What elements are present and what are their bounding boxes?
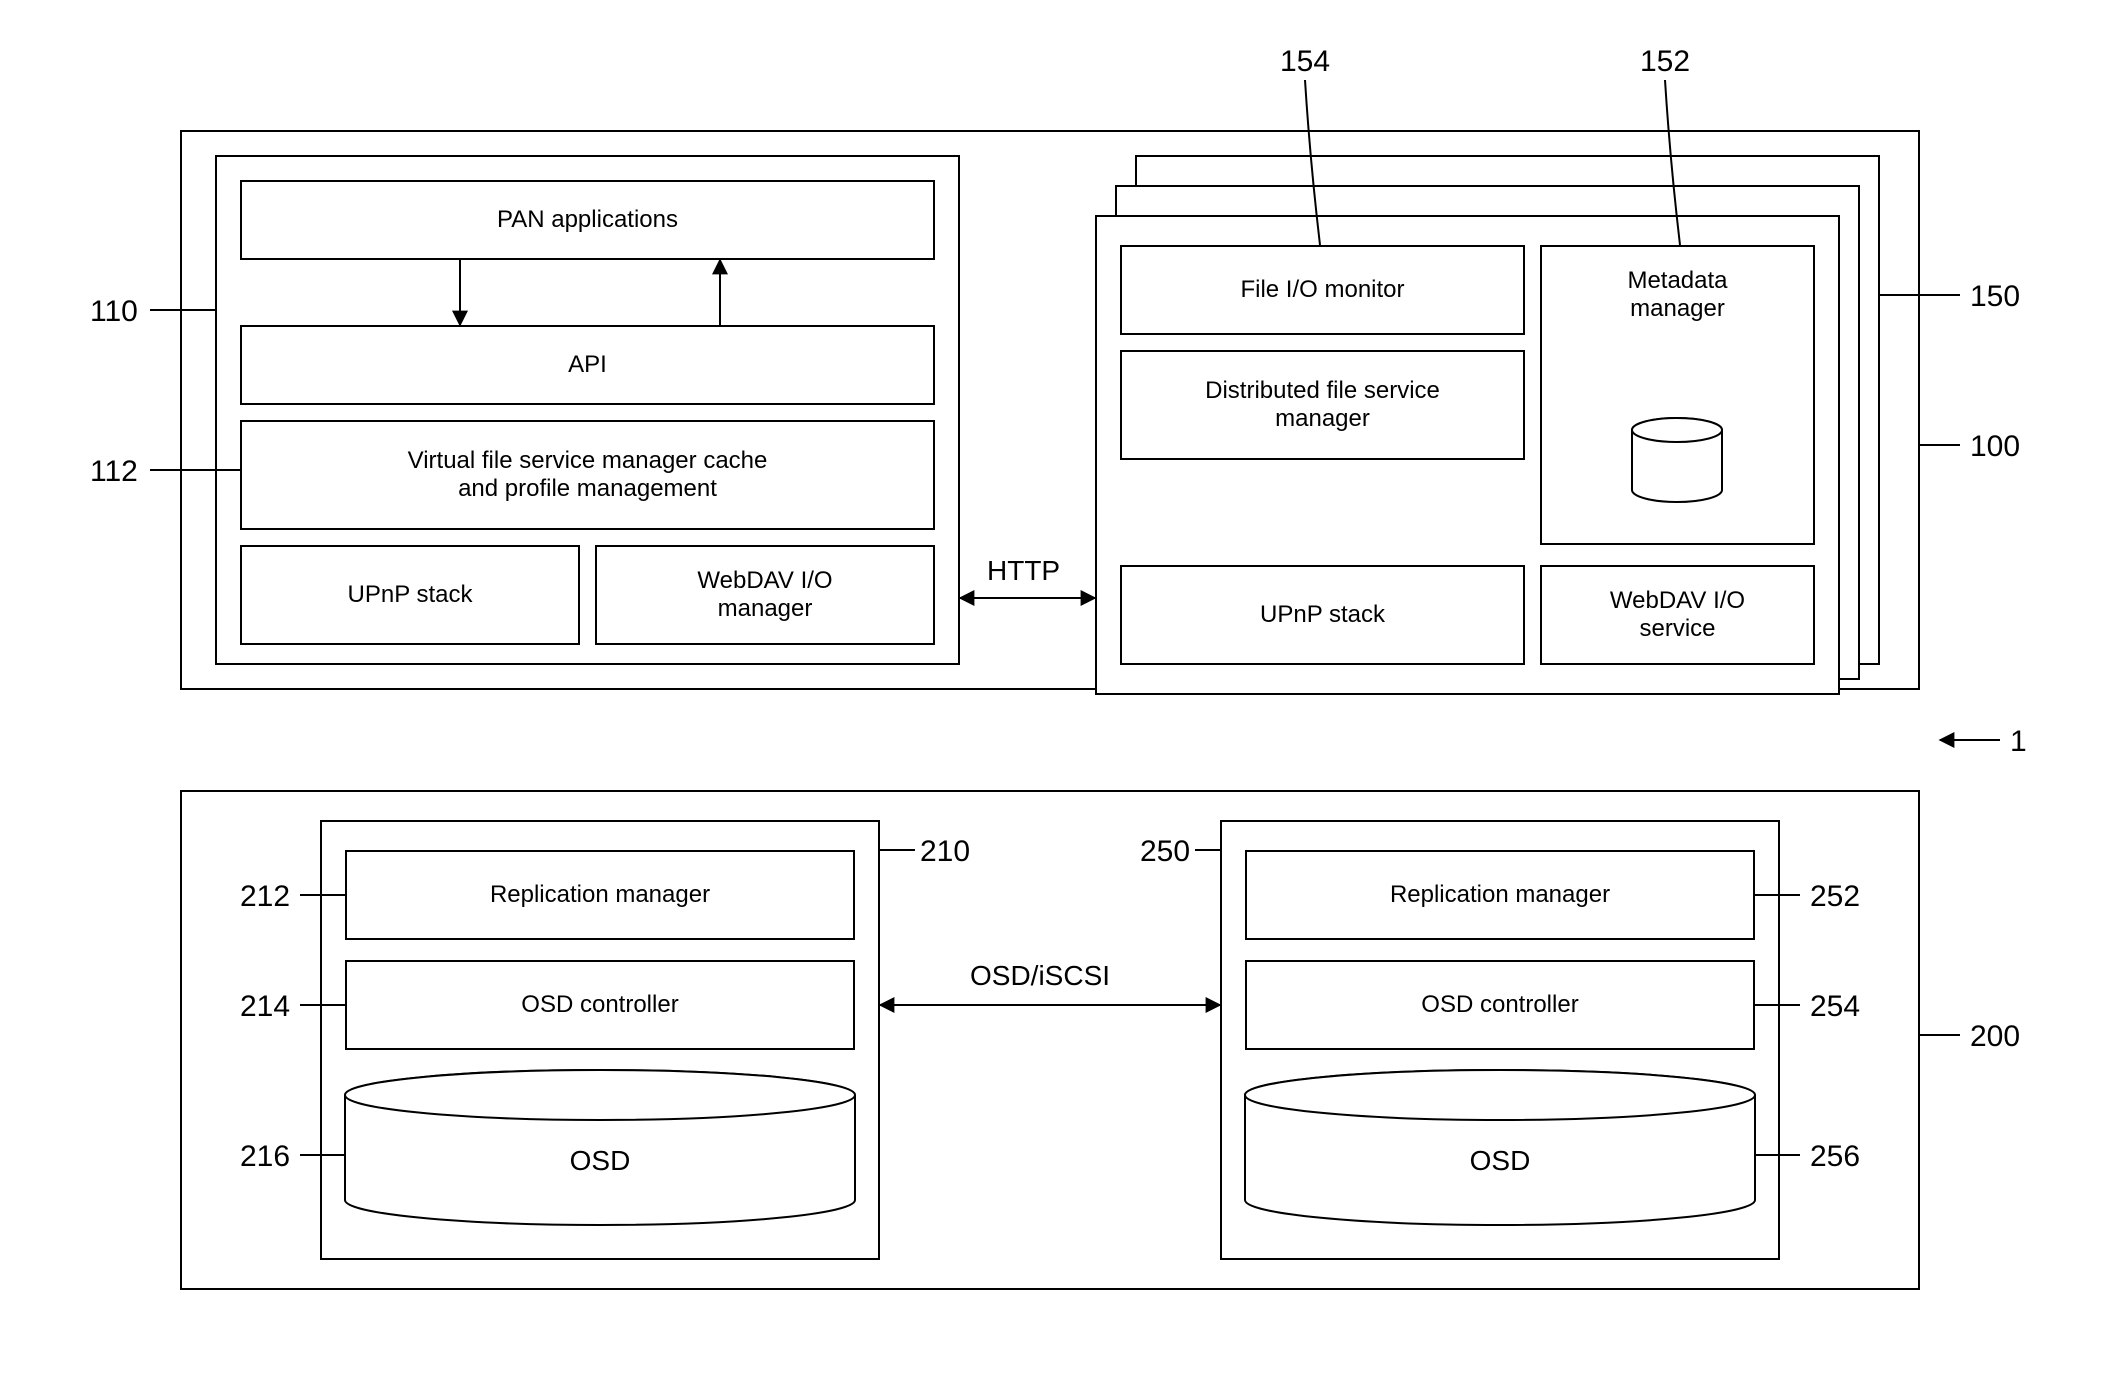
pan-applications-label: PAN applications <box>497 206 678 234</box>
upnp-stack-right: UPnP stack <box>1120 565 1525 665</box>
ref-112: 112 <box>90 455 138 489</box>
ref-214: 214 <box>240 990 290 1024</box>
osd-controller-left-label: OSD controller <box>521 991 678 1019</box>
webdav-service-label: WebDAV I/O service <box>1610 587 1745 643</box>
http-label: HTTP <box>987 555 1060 587</box>
ref-100: 100 <box>1970 430 2020 464</box>
osd-controller-right: OSD controller <box>1245 960 1755 1050</box>
file-io-monitor: File I/O monitor <box>1120 245 1525 335</box>
osd-controller-left: OSD controller <box>345 960 855 1050</box>
webdav-service: WebDAV I/O service <box>1540 565 1815 665</box>
vfs-cache-box: Virtual file service manager cache and p… <box>240 420 935 530</box>
osd-controller-right-label: OSD controller <box>1421 991 1578 1019</box>
osd-iscsi-label: OSD/iSCSI <box>970 960 1110 992</box>
dfs-manager: Distributed file service manager <box>1120 350 1525 460</box>
upnp-stack-left: UPnP stack <box>240 545 580 645</box>
ref-256: 256 <box>1810 1140 1860 1174</box>
dfs-manager-label: Distributed file service manager <box>1205 377 1440 433</box>
ref-254: 254 <box>1810 990 1860 1024</box>
pan-applications: PAN applications <box>240 180 935 260</box>
upnp-stack-left-label: UPnP stack <box>348 581 473 609</box>
api-label: API <box>568 351 607 379</box>
ref-110: 110 <box>90 295 138 329</box>
webdav-manager: WebDAV I/O manager <box>595 545 935 645</box>
ref-152: 152 <box>1640 45 1690 79</box>
ref-212: 212 <box>240 880 290 914</box>
ref-252: 252 <box>1810 880 1860 914</box>
webdav-manager-label: WebDAV I/O manager <box>697 567 832 623</box>
ref-1: 1 <box>2010 725 2027 759</box>
replication-manager-left: Replication manager <box>345 850 855 940</box>
metadata-manager-label: Metadata manager <box>1627 267 1727 323</box>
api-box: API <box>240 325 935 405</box>
replication-manager-left-label: Replication manager <box>490 881 710 909</box>
vfs-cache-label: Virtual file service manager cache and p… <box>408 447 768 503</box>
ref-200: 200 <box>1970 1020 2020 1054</box>
replication-manager-right: Replication manager <box>1245 850 1755 940</box>
upnp-stack-right-label: UPnP stack <box>1260 601 1385 629</box>
ref-154: 154 <box>1280 45 1330 79</box>
ref-216: 216 <box>240 1140 290 1174</box>
replication-manager-right-label: Replication manager <box>1390 881 1610 909</box>
ref-150: 150 <box>1970 280 2020 314</box>
ref-250: 250 <box>1140 835 1190 869</box>
ref-210: 210 <box>920 835 970 869</box>
metadata-manager: Metadata manager <box>1540 245 1815 545</box>
file-io-monitor-label: File I/O monitor <box>1240 276 1404 304</box>
